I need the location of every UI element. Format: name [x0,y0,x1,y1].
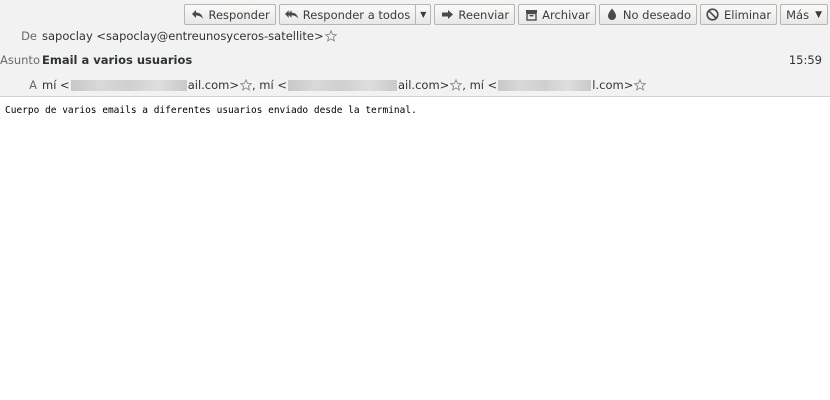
message-toolbar: Responder Responder a todos ▼ Reenviar A… [184,4,828,25]
recipient-suffix: ail.com> [187,78,239,92]
star-icon[interactable] [450,79,463,91]
recipient-3[interactable]: , mí < l.com> [462,78,647,92]
star-icon[interactable] [634,79,647,91]
more-button[interactable]: Más ▼ [780,4,828,25]
redacted-address [70,79,187,91]
reply-all-group: Responder a todos ▼ [278,4,432,25]
archive-label: Archivar [542,7,590,22]
to-label: A [29,78,37,92]
message-time: 15:59 [788,53,822,67]
junk-icon [605,8,619,22]
reply-all-dropdown[interactable]: ▼ [415,4,432,25]
forward-icon [440,8,454,22]
recipient-prefix: , mí < [252,78,287,92]
recipient-suffix: ail.com> [398,78,450,92]
recipient-prefix: mí < [42,78,70,92]
forward-button[interactable]: Reenviar [434,4,516,25]
recipient-suffix: l.com> [592,78,634,92]
recipient-prefix: , mí < [462,78,498,92]
subject-value: Email a varios usuarios [42,53,193,67]
reply-all-label: Responder a todos [302,7,411,22]
recipient-1[interactable]: mí < ail.com> [42,78,252,92]
star-icon[interactable] [324,30,337,42]
forward-label: Reenviar [458,7,510,22]
redacted-address [498,79,592,91]
subject-row: Asunto Email a varios usuarios 15:59 [0,52,830,68]
reply-label: Responder [208,7,270,22]
to-row: A mí < ail.com> , mí < ail.com> , mí < l… [0,77,830,93]
reply-all-icon [284,8,299,22]
reply-button[interactable]: Responder [184,4,276,25]
reply-icon [190,8,204,22]
delete-label: Eliminar [723,7,772,22]
chevron-down-icon: ▼ [815,9,822,20]
from-row: De sapoclay <sapoclay@entreunosyceros-sa… [0,28,830,44]
junk-label: No deseado [622,7,691,22]
from-value[interactable]: sapoclay <sapoclay@entreunosyceros-satel… [42,29,337,43]
archive-button[interactable]: Archivar [518,4,596,25]
chevron-down-icon: ▼ [420,10,427,19]
junk-button[interactable]: No deseado [598,4,697,25]
archive-icon [524,8,538,22]
recipients-list: mí < ail.com> , mí < ail.com> , mí < l.c… [42,78,647,92]
more-label: Más [786,7,810,22]
message-body: Cuerpo de varios emails a diferentes usu… [5,105,417,116]
redacted-address [288,79,397,91]
star-icon[interactable] [240,79,252,91]
recipient-2[interactable]: , mí < ail.com> [252,78,463,92]
delete-button[interactable]: Eliminar [699,4,778,25]
reply-all-button[interactable]: Responder a todos [278,4,416,25]
delete-icon [706,8,720,22]
subject-label: Asunto [0,53,40,67]
from-label: De [21,29,37,43]
from-address[interactable]: sapoclay <sapoclay@entreunosyceros-satel… [42,29,324,43]
message-header: Responder Responder a todos ▼ Reenviar A… [0,0,830,97]
